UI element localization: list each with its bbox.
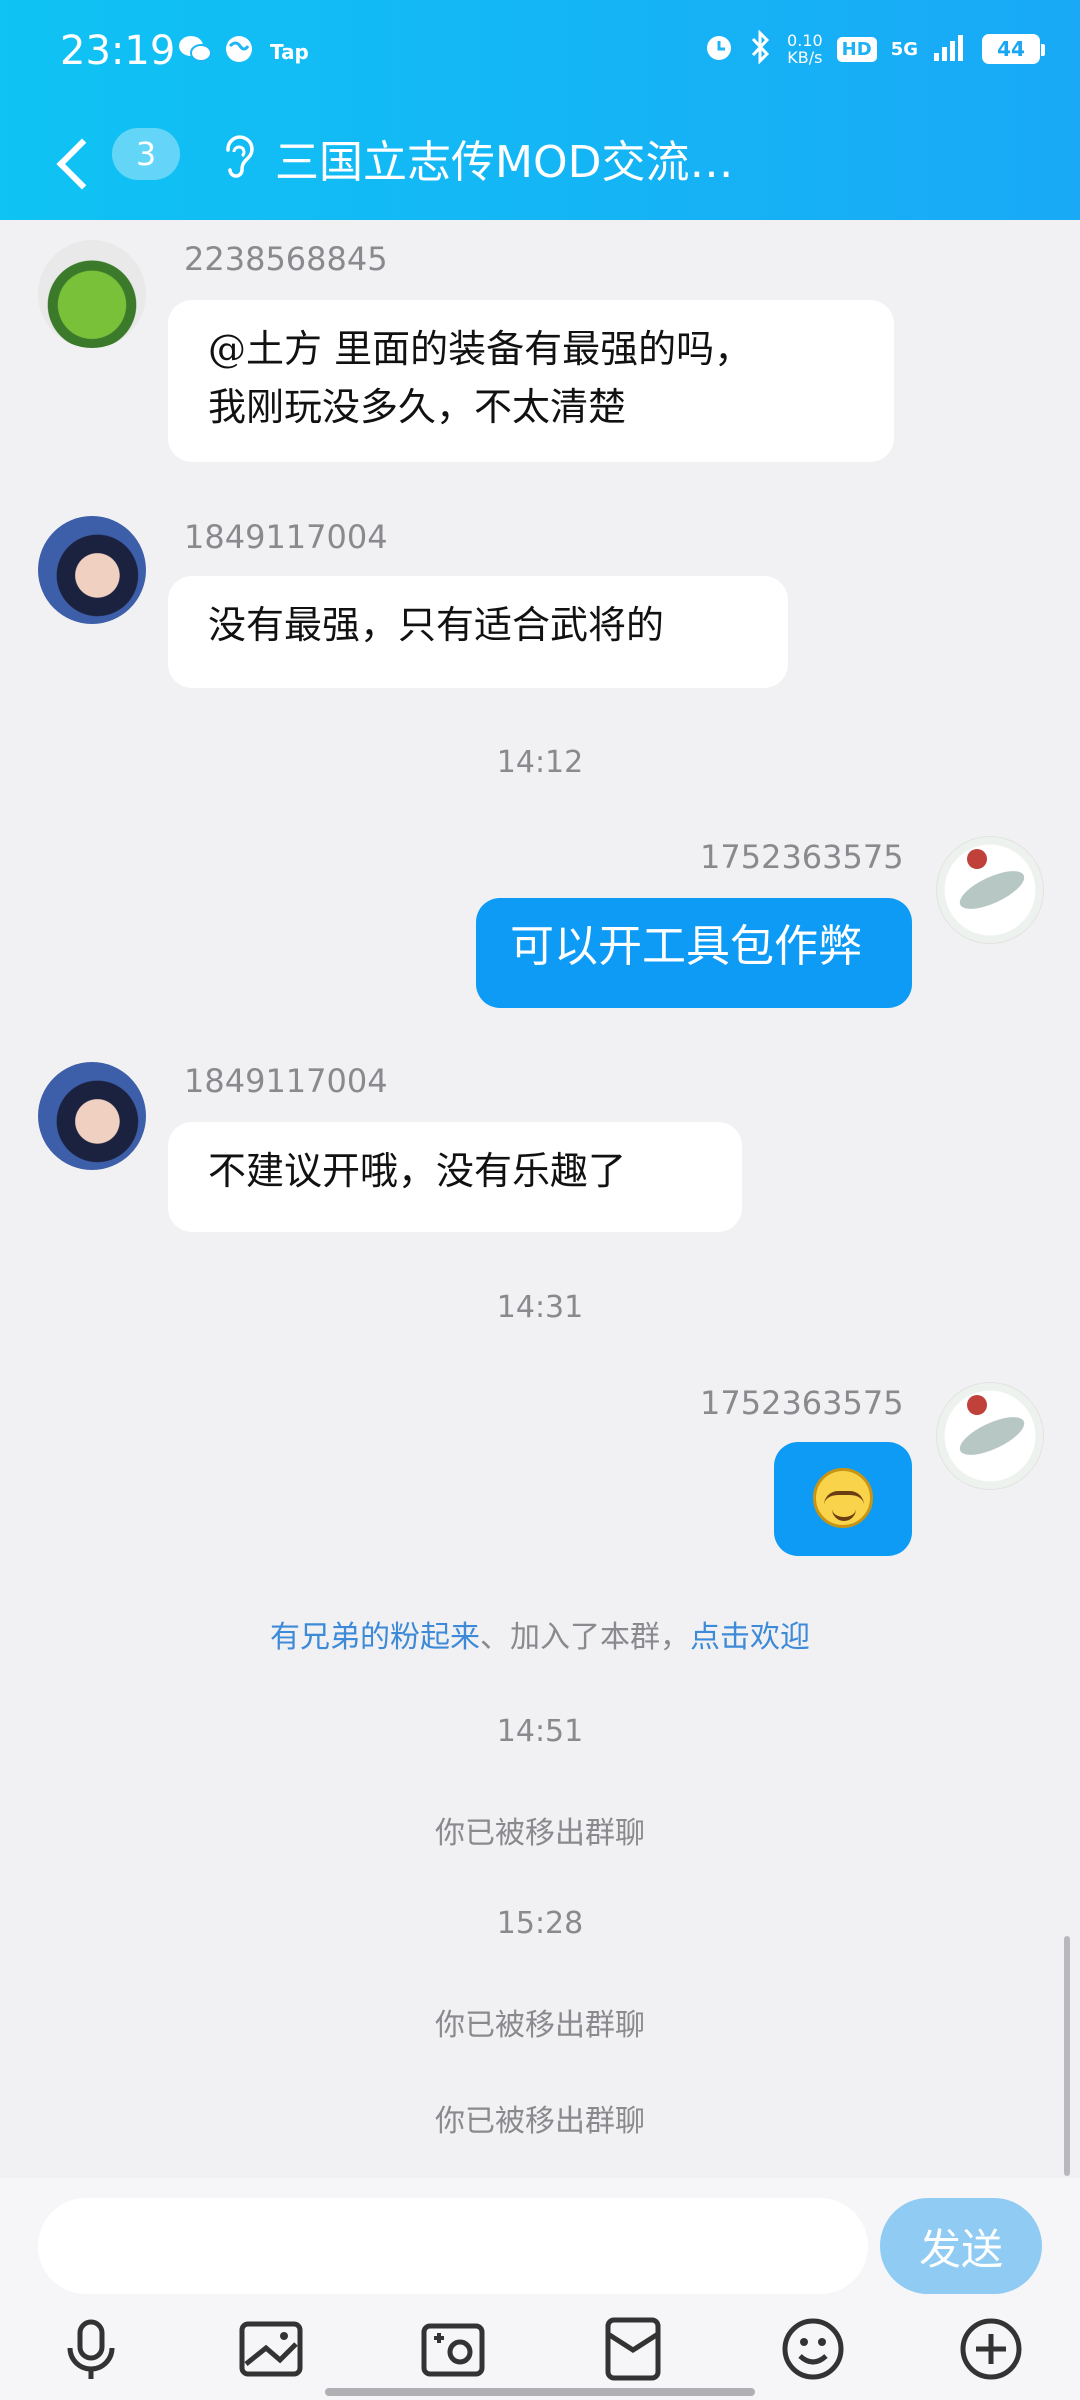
joined-user-link[interactable]: 有兄弟的粉起来 [270,1620,480,1655]
message-text-line: 我刚玩没多久，不太清楚 [208,385,627,429]
removed-notice: 你已被移出群聊 [435,2104,645,2139]
message-input[interactable] [38,2198,868,2294]
my-message-bubble[interactable] [774,1442,912,1556]
message-bubble[interactable]: 没有最强，只有适合武将的 [168,576,788,688]
ear-icon[interactable] [218,130,258,182]
red-packet-icon[interactable] [598,2314,668,2384]
input-bar: 发送 [0,2178,1080,2400]
my-message-bubble[interactable]: 可以开工具包作弊 [476,898,912,1008]
signal-icon [932,33,968,65]
battery-indicator: 44 [982,34,1045,64]
camera-icon[interactable] [418,2314,488,2384]
network-type: 5G [890,38,918,60]
globe-icon [224,34,254,75]
avatar[interactable] [38,516,146,624]
sender-id: 1752363575 [700,838,904,876]
avatar[interactable] [38,240,146,348]
header: 23:19 Tap 0.10 KB/s HD 5G 44 3 三国立志传MOD交… [0,0,1080,220]
timestamp: 14:31 [496,1290,584,1325]
sender-id: 1752363575 [700,1384,904,1422]
scrollbar[interactable] [1064,1936,1070,2176]
message-bubble[interactable]: 不建议开哦，没有乐趣了 [168,1122,742,1232]
smirk-emoji-icon [813,1468,873,1528]
removed-notice: 你已被移出群聊 [435,2008,645,2043]
sender-id: 1849117004 [184,1062,388,1100]
emoji-icon[interactable] [778,2314,848,2384]
hd-badge: HD [836,36,877,62]
plus-icon[interactable] [956,2314,1026,2384]
home-indicator[interactable] [325,2388,755,2396]
message-text: 没有最强，只有适合武将的 [208,603,665,647]
message-bubble[interactable]: @土方 里面的装备有最强的吗， 我刚玩没多久，不太清楚 [168,300,894,462]
sender-id: 1849117004 [184,518,388,556]
status-right: 0.10 KB/s HD 5G 44 [703,29,1045,68]
image-icon[interactable] [236,2314,306,2384]
microphone-icon[interactable] [56,2314,126,2384]
timestamp: 15:28 [496,1906,584,1941]
bluetooth-icon [749,29,773,68]
status-bar: 23:19 Tap 0.10 KB/s HD 5G 44 [0,0,1080,110]
avatar[interactable] [38,1062,146,1170]
join-text: 、加入了本群， [480,1620,690,1655]
chat-title[interactable]: 三国立志传MOD交流… [275,126,733,190]
back-button[interactable] [50,128,110,198]
message-text-line: @土方 里面的装备有最强的吗， [208,327,753,371]
title-bar: 3 三国立志传MOD交流… [0,110,1080,220]
removed-notice: 你已被移出群聊 [435,1816,645,1851]
net-speed-unit: KB/s [787,48,823,67]
sender-id: 2238568845 [184,240,388,278]
welcome-link[interactable]: 点击欢迎 [690,1620,810,1655]
my-avatar[interactable] [936,1382,1044,1490]
join-notice: 有兄弟的粉起来、加入了本群，点击欢迎 [0,1612,1080,1656]
alarm-icon [703,31,735,67]
net-speed: 0.10 KB/s [787,32,823,66]
wechat-icon [178,34,212,75]
timestamp: 14:12 [496,745,584,780]
my-avatar[interactable] [936,836,1044,944]
unread-badge[interactable]: 3 [112,128,180,180]
send-button[interactable]: 发送 [880,2198,1042,2294]
taptap-icon: Tap [270,40,309,64]
message-text: 不建议开哦，没有乐趣了 [208,1149,627,1193]
status-time: 23:19 [60,28,176,74]
message-text: 可以开工具包作弊 [510,921,862,972]
timestamp: 14:51 [496,1714,584,1749]
